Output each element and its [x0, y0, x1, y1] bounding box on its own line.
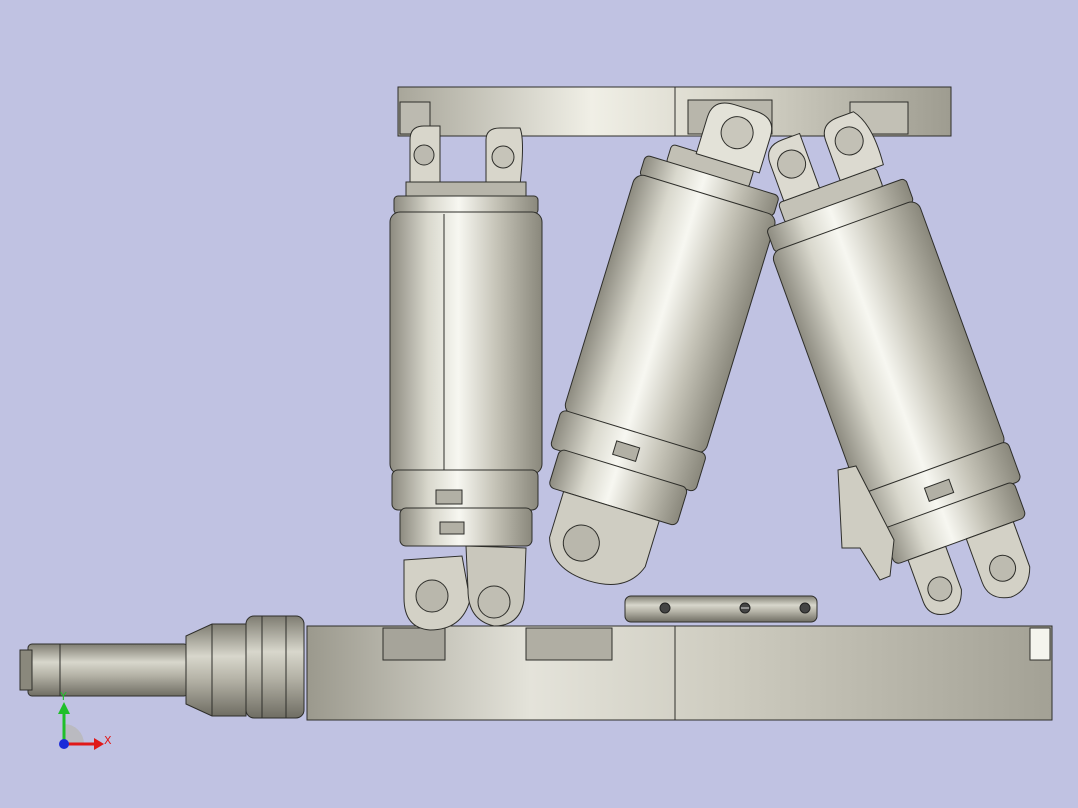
actuator-1[interactable] — [389, 125, 543, 631]
cad-viewport[interactable]: Y X — [0, 0, 1078, 808]
x-axis-label: X — [104, 734, 112, 747]
z-axis-dot — [59, 739, 69, 749]
model-canvas[interactable]: Y X — [0, 0, 1078, 808]
base-plate[interactable] — [306, 625, 1053, 721]
coordinate-triad: Y X — [58, 690, 112, 750]
y-axis-label: Y — [59, 690, 67, 703]
actuator-3[interactable] — [733, 101, 1058, 635]
center-ring[interactable] — [624, 595, 818, 623]
actuator-2[interactable] — [516, 82, 807, 603]
